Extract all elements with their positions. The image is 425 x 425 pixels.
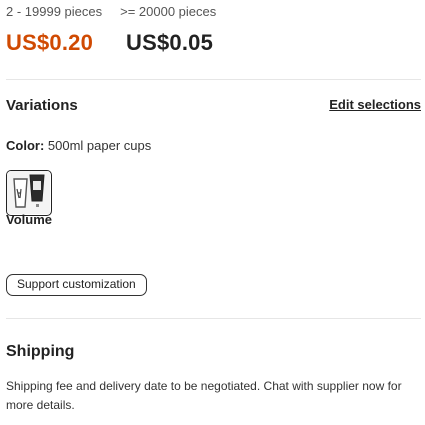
divider [6,79,421,80]
product-detail-panel: 2 - 19999 pieces >= 20000 pieces US$0.20… [0,0,425,425]
shipping-heading: Shipping [6,343,75,360]
price-tier-prices: US$0.20 US$0.05 [6,30,213,56]
variations-heading: Variations [6,97,78,114]
shipping-description: Shipping fee and delivery date to be neg… [6,379,402,412]
volume-label: Volume [6,212,52,227]
tier-price-2: US$0.05 [126,30,214,55]
color-label: Color: [6,138,45,153]
volume-option-support-customization[interactable]: Support customization [6,274,147,296]
color-row: Color: 500ml paper cups [6,138,151,153]
edit-selections-link[interactable]: Edit selections [329,97,421,112]
divider [6,318,421,319]
tier-quantity-1: 2 - 19999 pieces [6,4,103,19]
paper-cup-icon [7,171,50,214]
tier-quantity-2: >= 20000 pieces [120,4,217,19]
color-value: 500ml paper cups [47,138,152,153]
price-tier-quantities: 2 - 19999 pieces >= 20000 pieces [6,4,216,19]
color-swatch-paper-cups[interactable] [6,170,52,216]
tier-price-1: US$0.20 [6,30,94,55]
